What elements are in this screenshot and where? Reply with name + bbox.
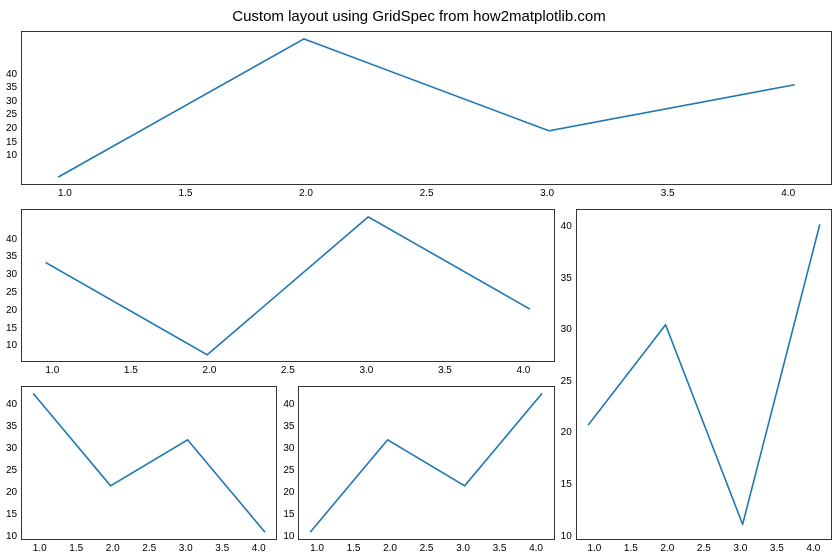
y-tick-label: 30 (6, 443, 17, 454)
line-plot (299, 387, 553, 539)
x-tick-label: 2.0 (383, 543, 397, 554)
x-tick-label: 2.5 (142, 543, 156, 554)
y-tick-label: 40 (6, 69, 17, 80)
x-tick-label: 4.0 (529, 543, 543, 554)
y-tick-label: 20 (6, 305, 17, 316)
x-tick-label: 3.5 (493, 543, 507, 554)
y-axis: 40 35 30 25 20 15 10 (283, 386, 298, 554)
y-tick-label: 30 (561, 324, 572, 335)
x-tick-label: 3.0 (456, 543, 470, 554)
x-tick-label: 3.5 (215, 543, 229, 554)
x-tick-label: 1.5 (179, 188, 193, 199)
y-axis: 40 35 30 25 20 15 10 (6, 386, 21, 554)
subplot-b: 40 35 30 25 20 15 10 1.0 1.5 2.0 2.5 3.0 3.5 4.0 (6, 209, 555, 377)
y-tick-label: 25 (561, 376, 572, 387)
y-axis: 40 35 30 25 20 15 10 (561, 209, 576, 554)
y-tick-label: 25 (283, 465, 294, 476)
x-tick-label: 3.5 (770, 543, 784, 554)
figure-title: Custom layout using GridSpec from how2ma… (6, 6, 832, 31)
y-tick-label: 35 (561, 273, 572, 284)
x-tick-label: 2.5 (697, 543, 711, 554)
x-tick-label: 2.5 (420, 188, 434, 199)
subplot-e: 40 35 30 25 20 15 10 1.0 1.5 2.0 2.5 3.0 3.5 4.0 (283, 386, 554, 554)
x-tick-label: 3.0 (179, 543, 193, 554)
x-tick-label: 1.5 (624, 543, 638, 554)
line-plot (22, 210, 554, 362)
line-plot (577, 210, 831, 539)
x-tick-label: 2.0 (106, 543, 120, 554)
line-plot (22, 32, 831, 184)
x-tick-label: 1.5 (124, 365, 138, 376)
y-tick-label: 40 (561, 221, 572, 232)
y-axis: 40 35 30 25 20 15 10 (6, 31, 21, 199)
y-tick-label: 20 (6, 487, 17, 498)
y-tick-label: 10 (283, 531, 294, 542)
plot-area (21, 209, 555, 363)
grid-layout: 40 35 30 25 20 15 10 1.0 1.5 2.0 2.5 3.0 3.5 4.0 40 3… (6, 31, 832, 554)
y-tick-label: 25 (6, 287, 17, 298)
x-tick-label: 1.0 (45, 365, 59, 376)
line-plot (22, 387, 276, 539)
x-tick-label: 4.0 (806, 543, 820, 554)
x-tick-label: 1.0 (33, 543, 47, 554)
y-tick-label: 15 (283, 509, 294, 520)
x-tick-label: 2.5 (420, 543, 434, 554)
x-tick-label: 4.0 (252, 543, 266, 554)
y-tick-label: 15 (6, 509, 17, 520)
y-tick-label: 15 (6, 137, 17, 148)
y-tick-label: 15 (561, 479, 572, 490)
plot-area (298, 386, 554, 540)
x-tick-label: 3.0 (540, 188, 554, 199)
y-axis: 40 35 30 25 20 15 10 (6, 209, 21, 377)
x-tick-label: 1.5 (69, 543, 83, 554)
x-tick-label: 3.0 (733, 543, 747, 554)
y-tick-label: 20 (6, 123, 17, 134)
x-axis: 1.0 1.5 2.0 2.5 3.0 3.5 4.0 (21, 362, 555, 376)
plot-area (21, 31, 832, 185)
subplot-c: 40 35 30 25 20 15 10 1.0 1.5 2.0 2.5 3.0 3.5 4.0 (561, 209, 832, 554)
x-axis: 1.0 1.5 2.0 2.5 3.0 3.5 4.0 (298, 540, 554, 554)
y-tick-label: 40 (283, 399, 294, 410)
x-tick-label: 3.5 (661, 188, 675, 199)
y-tick-label: 35 (6, 421, 17, 432)
y-tick-label: 40 (6, 234, 17, 245)
x-tick-label: 3.0 (359, 365, 373, 376)
x-axis: 1.0 1.5 2.0 2.5 3.0 3.5 4.0 (21, 185, 832, 199)
x-tick-label: 2.5 (281, 365, 295, 376)
x-tick-label: 2.0 (299, 188, 313, 199)
y-tick-label: 30 (283, 443, 294, 454)
x-tick-label: 4.0 (781, 188, 795, 199)
y-tick-label: 20 (561, 427, 572, 438)
y-tick-label: 40 (6, 399, 17, 410)
y-tick-label: 35 (6, 251, 17, 262)
plot-area (21, 386, 277, 540)
y-tick-label: 10 (6, 340, 17, 351)
y-tick-label: 10 (6, 150, 17, 161)
plot-area (576, 209, 832, 540)
y-tick-label: 35 (283, 421, 294, 432)
x-tick-label: 2.0 (202, 365, 216, 376)
y-tick-label: 10 (6, 531, 17, 542)
figure: Custom layout using GridSpec from how2ma… (6, 6, 832, 554)
y-tick-label: 35 (6, 82, 17, 93)
x-tick-label: 1.0 (310, 543, 324, 554)
y-tick-label: 25 (6, 109, 17, 120)
x-tick-label: 1.0 (587, 543, 601, 554)
y-tick-label: 10 (561, 531, 572, 542)
x-axis: 1.0 1.5 2.0 2.5 3.0 3.5 4.0 (21, 540, 277, 554)
y-tick-label: 30 (6, 269, 17, 280)
y-tick-label: 20 (283, 487, 294, 498)
y-tick-label: 15 (6, 323, 17, 334)
subplot-a: 40 35 30 25 20 15 10 1.0 1.5 2.0 2.5 3.0 3.5 4.0 (6, 31, 832, 199)
y-tick-label: 30 (6, 96, 17, 107)
x-tick-label: 1.5 (347, 543, 361, 554)
x-axis: 1.0 1.5 2.0 2.5 3.0 3.5 4.0 (576, 540, 832, 554)
y-tick-label: 25 (6, 465, 17, 476)
x-tick-label: 3.5 (438, 365, 452, 376)
x-tick-label: 4.0 (516, 365, 530, 376)
subplot-d: 40 35 30 25 20 15 10 1.0 1.5 2.0 2.5 3.0 3.5 4.0 (6, 386, 277, 554)
x-tick-label: 1.0 (58, 188, 72, 199)
x-tick-label: 2.0 (660, 543, 674, 554)
